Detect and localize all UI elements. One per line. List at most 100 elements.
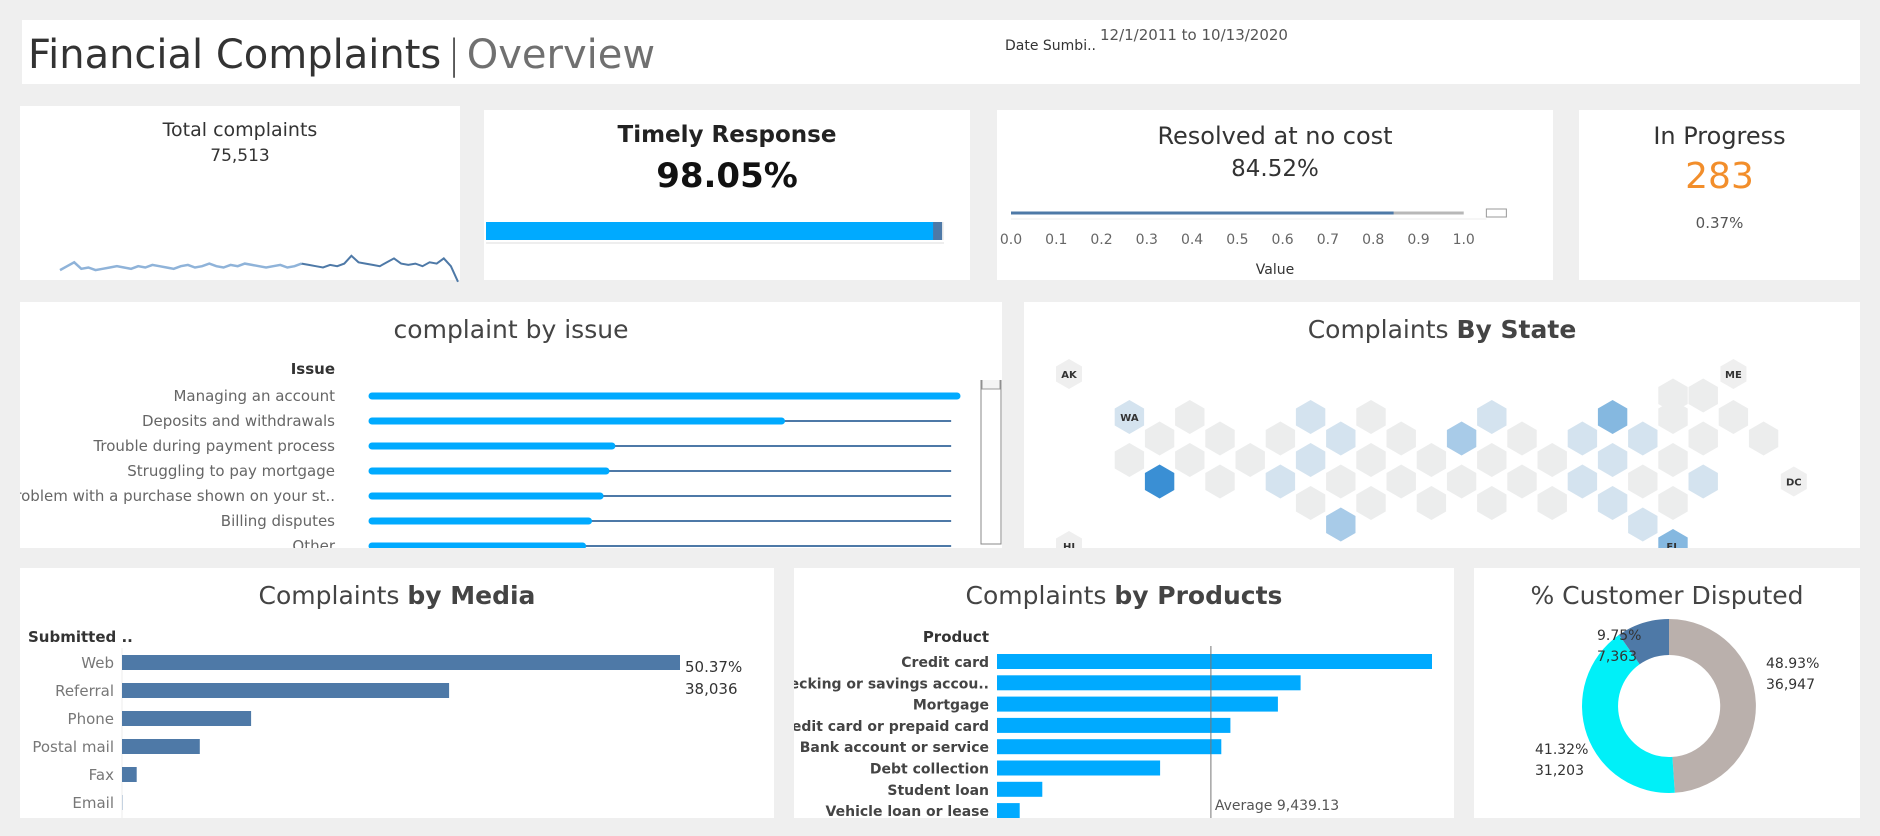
product-bar[interactable]	[997, 760, 1161, 776]
product-bar[interactable]	[997, 739, 1222, 755]
issue-panel: complaint by issue Issue Managing an acc…	[20, 302, 1002, 548]
state-hex[interactable]	[1477, 443, 1507, 477]
issue-scrollbar[interactable]	[980, 380, 1002, 545]
state-hex[interactable]	[1628, 507, 1658, 542]
sparkline-series-early	[59, 260, 303, 272]
state-hex[interactable]	[1295, 486, 1326, 520]
state-hexmap[interactable]: AK ME WA DC HI FL	[1024, 302, 1860, 548]
state-hex[interactable]	[1567, 421, 1598, 456]
state-hex[interactable]	[1567, 464, 1598, 499]
issue-label: Billing disputes	[221, 512, 335, 530]
product-bar[interactable]	[997, 696, 1278, 712]
state-hex[interactable]	[1628, 421, 1658, 456]
timely-bar[interactable]	[486, 222, 936, 240]
total-sparkline-chart[interactable]	[40, 246, 460, 286]
kpi-total-panel: Total complaints 75,513	[20, 106, 460, 283]
resolved-bullet-chart[interactable]: 0.0 0.1 0.2 0.3 0.4 0.5 0.6 0.7 0.8 0.9 1.0 Value	[997, 196, 1553, 280]
products-panel: Complaints by Products Product Credit ca…	[794, 568, 1454, 818]
state-hex[interactable]	[1658, 443, 1688, 477]
state-hex[interactable]	[1175, 443, 1205, 477]
state-hex[interactable]	[1446, 421, 1477, 456]
issue-header: Issue	[290, 360, 335, 378]
state-hex[interactable]	[1205, 421, 1235, 456]
state-hex[interactable]	[1386, 464, 1416, 499]
issue-bar-chart[interactable]: Managing an account Deposits and withdraw…	[20, 380, 1002, 548]
donut-slice[interactable]	[1669, 619, 1756, 793]
state-hex[interactable]	[1144, 464, 1175, 499]
kpi-total-value: 75,513	[210, 146, 270, 166]
state-hex[interactable]	[1446, 464, 1477, 499]
products-bar-chart[interactable]: Credit card Checking or savings accou.. Mo…	[794, 646, 1454, 818]
state-hex[interactable]	[1326, 464, 1356, 499]
product-bar[interactable]	[997, 675, 1301, 691]
state-hex[interactable]	[1326, 507, 1356, 542]
state-hex[interactable]	[1477, 400, 1507, 434]
state-hex[interactable]	[1658, 486, 1688, 520]
disputed-title: % Customer Disputed	[1530, 581, 1804, 610]
date-filter-label: Date Sumbi..	[1005, 38, 1096, 54]
state-hex[interactable]	[1356, 400, 1386, 434]
resolved-axis-title: Value	[1256, 262, 1294, 278]
media-bar[interactable]	[122, 683, 450, 698]
state-hex[interactable]	[1356, 486, 1386, 520]
media-label: Referral	[55, 682, 114, 700]
issue-label: Problem with a purchase shown on your st…	[20, 487, 335, 505]
state-hex[interactable]	[1507, 464, 1537, 499]
state-hex[interactable]	[1144, 421, 1175, 456]
media-bar[interactable]	[122, 767, 137, 782]
state-hex[interactable]	[1416, 443, 1447, 477]
state-hex[interactable]	[1205, 464, 1235, 499]
state-hex[interactable]	[1688, 421, 1718, 456]
state-hex[interactable]	[1416, 486, 1447, 520]
product-bar[interactable]	[997, 717, 1231, 733]
state-hex[interactable]	[1688, 464, 1718, 499]
donut-count-label: 36,947	[1766, 677, 1815, 693]
media-bar[interactable]	[122, 711, 252, 726]
product-bar[interactable]	[997, 781, 1043, 797]
state-hex[interactable]	[1326, 421, 1356, 456]
date-filter-value[interactable]: 12/1/2011 to 10/13/2020	[1100, 26, 1288, 44]
product-bar[interactable]	[997, 803, 1020, 818]
disputed-donut-chart[interactable]: 48.93% 36,947 41.32% 31,203 9.75% 7,363	[1474, 618, 1860, 818]
state-hex[interactable]	[1537, 443, 1567, 477]
state-hex[interactable]	[1537, 486, 1567, 520]
resolved-tick-label: 1.0	[1453, 232, 1475, 248]
state-hex[interactable]	[1688, 378, 1718, 413]
product-label: Student loan	[887, 783, 989, 799]
media-bar[interactable]	[122, 739, 200, 754]
resolved-scroll-box	[1485, 208, 1507, 218]
state-hex[interactable]	[1235, 443, 1265, 477]
state-hex[interactable]	[1597, 443, 1628, 477]
issue-scroll-thumb[interactable]	[981, 380, 1001, 390]
state-hex[interactable]	[1597, 486, 1628, 520]
state-hex[interactable]	[1718, 400, 1749, 434]
kpi-timely-panel: Timely Response 98.05%	[484, 110, 970, 280]
media-title: Complaints by Media	[20, 581, 774, 610]
timely-bullet-chart[interactable]	[484, 210, 970, 250]
issue-label: Other	[292, 537, 335, 548]
state-hex[interactable]	[1175, 400, 1205, 434]
state-hex[interactable]	[1597, 400, 1628, 434]
media-panel: Complaints by Media Submitted .. Web Refe…	[20, 568, 774, 818]
resolved-tick-label: 0.6	[1271, 232, 1293, 248]
product-label: Vehicle loan or lease	[826, 804, 989, 818]
kpi-timely-value: 98.05%	[656, 156, 798, 196]
product-bar[interactable]	[997, 654, 1432, 669]
state-hex[interactable]	[1748, 421, 1779, 456]
state-hex[interactable]	[1295, 400, 1326, 434]
state-hex[interactable]	[1114, 443, 1145, 477]
state-hex[interactable]	[1628, 464, 1658, 499]
state-hex[interactable]	[1265, 421, 1296, 456]
media-title-a: Complaints	[258, 581, 408, 610]
resolved-tick-label: 0.9	[1407, 232, 1429, 248]
state-hex[interactable]	[1507, 421, 1537, 456]
state-hex[interactable]	[1386, 421, 1416, 456]
state-hex[interactable]	[1265, 464, 1296, 499]
state-hex[interactable]	[1356, 443, 1386, 477]
donut-count-label: 31,203	[1535, 763, 1584, 779]
state-hex[interactable]	[1477, 486, 1507, 520]
media-bar[interactable]	[122, 655, 680, 670]
media-label: Email	[72, 794, 114, 812]
state-hex[interactable]	[1295, 443, 1326, 477]
media-bar-chart[interactable]: Web Referral Phone Postal mail Fax Email 50.37…	[20, 648, 774, 818]
